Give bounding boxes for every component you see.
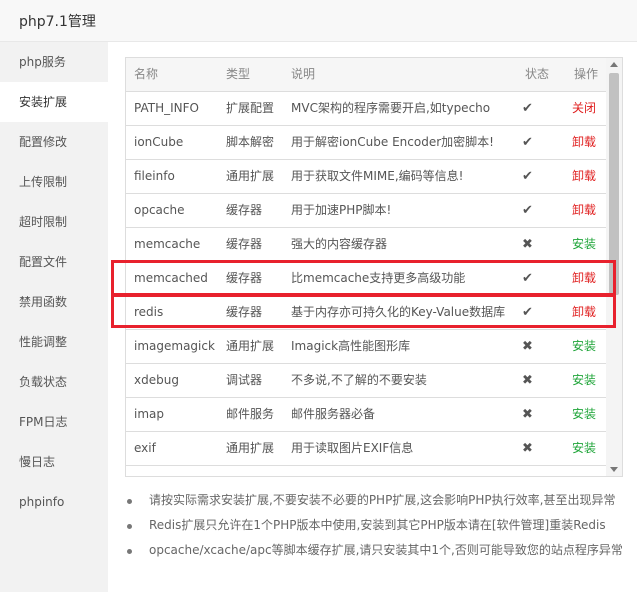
install-button[interactable]: 安装 <box>572 432 606 465</box>
ext-desc: 用于加速PHP脚本! <box>291 203 392 217</box>
install-button[interactable]: 安装 <box>572 228 606 261</box>
sidebar-item-disabled-functions[interactable]: 禁用函数 <box>0 282 108 322</box>
sidebar-item-config-file[interactable]: 配置文件 <box>0 242 108 282</box>
sidebar-item-load-status[interactable]: 负载状态 <box>0 362 108 402</box>
scroll-down-arrow-icon[interactable] <box>610 467 618 472</box>
ext-type: 缓存器 <box>226 203 263 217</box>
bullet-icon <box>127 524 132 529</box>
ext-name: opcache <box>134 203 185 217</box>
ext-desc: 用于读取图片EXIF信息 <box>291 441 414 455</box>
ext-type: 缓存器 <box>226 237 263 251</box>
ext-name: ionCube <box>134 135 184 149</box>
ext-name: PATH_INFO <box>134 101 199 115</box>
ext-name: xdebug <box>134 373 179 387</box>
table-row: exif 通用扩展 用于读取图片EXIF信息 ✖ 安装 <box>126 432 607 466</box>
ext-name: imagemagick <box>134 339 215 353</box>
install-button[interactable]: 安装 <box>572 330 606 363</box>
ext-desc: MVC架构的程序需要开启,如typecho <box>291 101 491 115</box>
note-item: Redis扩展只允许在1个PHP版本中使用,安装到其它PHP版本请在[软件管理]… <box>125 513 630 538</box>
check-icon: ✔ <box>522 101 533 116</box>
note-item: 请按实际需求安装扩展,不要安装不必要的PHP扩展,这会影响PHP执行效率,甚至出… <box>125 488 630 513</box>
header-status: 状态 <box>525 67 550 81</box>
sidebar-item-fpm-log[interactable]: FPM日志 <box>0 402 108 442</box>
table-row: memcache 缓存器 强大的内容缓存器 ✖ 安装 <box>126 228 607 262</box>
highlight-box-memcached <box>111 260 616 296</box>
sidebar-item-install-extensions[interactable]: 安装扩展 <box>0 82 108 122</box>
check-icon: ✔ <box>522 203 533 218</box>
ext-name: exif <box>134 441 156 455</box>
note-item: opcache/xcache/apc等脚本缓存扩展,请只安装其中1个,否则可能导… <box>125 538 630 563</box>
ext-name: memcache <box>134 237 201 251</box>
table-row: xdebug 调试器 不多说,不了解的不要安装 ✖ 安装 <box>126 364 607 398</box>
ext-type: 通用扩展 <box>226 441 275 455</box>
note-text: opcache/xcache/apc等脚本缓存扩展,请只安装其中1个,否则可能导… <box>149 543 623 557</box>
sidebar-item-phpinfo[interactable]: phpinfo <box>0 482 108 522</box>
ext-desc: 邮件服务器必备 <box>291 407 376 421</box>
table-row: imagemagick 通用扩展 Imagick高性能图形库 ✖ 安装 <box>126 330 607 364</box>
install-button[interactable]: 安装 <box>572 398 606 431</box>
note-text: Redis扩展只允许在1个PHP版本中使用,安装到其它PHP版本请在[软件管理]… <box>149 518 606 532</box>
check-icon: ✔ <box>522 169 533 184</box>
disable-button[interactable]: 关闭 <box>572 92 606 125</box>
ext-type: 调试器 <box>226 373 263 387</box>
cross-icon: ✖ <box>522 407 533 422</box>
ext-desc: 用于获取文件MIME,编码等信息! <box>291 169 464 183</box>
bullet-icon <box>127 549 132 554</box>
window-title-bar: php7.1管理 <box>0 0 637 42</box>
highlight-box-redis <box>111 294 616 328</box>
cross-icon: ✖ <box>522 339 533 354</box>
header-type: 类型 <box>226 67 251 81</box>
table-header: 名称 类型 说明 状态 操作 <box>126 58 607 92</box>
window-title: php7.1管理 <box>19 14 96 30</box>
uninstall-button[interactable]: 卸载 <box>572 126 606 159</box>
sidebar-item-slow-log[interactable]: 慢日志 <box>0 442 108 482</box>
header-op: 操作 <box>574 67 599 81</box>
ext-type: 通用扩展 <box>226 169 275 183</box>
sidebar-item-performance[interactable]: 性能调整 <box>0 322 108 362</box>
check-icon: ✔ <box>522 135 533 150</box>
header-desc: 说明 <box>291 67 316 81</box>
table-row: fileinfo 通用扩展 用于获取文件MIME,编码等信息! ✔ 卸载 <box>126 160 607 194</box>
cross-icon: ✖ <box>522 373 533 388</box>
ext-desc: 不多说,不了解的不要安装 <box>291 373 427 387</box>
main-content: 名称 类型 说明 状态 操作 PATH_INFO 扩展配置 MVC架构的程序需要… <box>108 42 637 592</box>
cross-icon: ✖ <box>522 441 533 456</box>
install-button[interactable]: 安装 <box>572 364 606 397</box>
table-row: imap 邮件服务 邮件服务器必备 ✖ 安装 <box>126 398 607 432</box>
ext-type: 邮件服务 <box>226 407 275 421</box>
scroll-up-arrow-icon[interactable] <box>610 62 618 67</box>
table-row: PATH_INFO 扩展配置 MVC架构的程序需要开启,如typecho ✔ 关… <box>126 92 607 126</box>
uninstall-button[interactable]: 卸载 <box>572 194 606 227</box>
ext-type: 扩展配置 <box>226 101 275 115</box>
bullet-icon <box>127 499 132 504</box>
header-name: 名称 <box>134 67 159 81</box>
table-row: ionCube 脚本解密 用于解密ionCube Encoder加密脚本! ✔ … <box>126 126 607 160</box>
sidebar-item-upload-limit[interactable]: 上传限制 <box>0 162 108 202</box>
sidebar-item-config-edit[interactable]: 配置修改 <box>0 122 108 162</box>
ext-type: 通用扩展 <box>226 339 275 353</box>
ext-desc: 用于解密ionCube Encoder加密脚本! <box>291 135 494 149</box>
cross-icon: ✖ <box>522 237 533 252</box>
ext-name: fileinfo <box>134 169 175 183</box>
notes-list: 请按实际需求安装扩展,不要安装不必要的PHP扩展,这会影响PHP执行效率,甚至出… <box>125 488 630 563</box>
ext-name: imap <box>134 407 164 421</box>
sidebar-item-php-service[interactable]: php服务 <box>0 42 108 82</box>
ext-type: 脚本解密 <box>226 135 275 149</box>
ext-desc: Imagick高性能图形库 <box>291 339 411 353</box>
ext-desc: 强大的内容缓存器 <box>291 237 388 251</box>
note-text: 请按实际需求安装扩展,不要安装不必要的PHP扩展,这会影响PHP执行效率,甚至出… <box>149 493 616 507</box>
uninstall-button[interactable]: 卸载 <box>572 160 606 193</box>
table-row: opcache 缓存器 用于加速PHP脚本! ✔ 卸载 <box>126 194 607 228</box>
sidebar: php服务 安装扩展 配置修改 上传限制 超时限制 配置文件 禁用函数 性能调整… <box>0 42 108 592</box>
sidebar-item-timeout-limit[interactable]: 超时限制 <box>0 202 108 242</box>
